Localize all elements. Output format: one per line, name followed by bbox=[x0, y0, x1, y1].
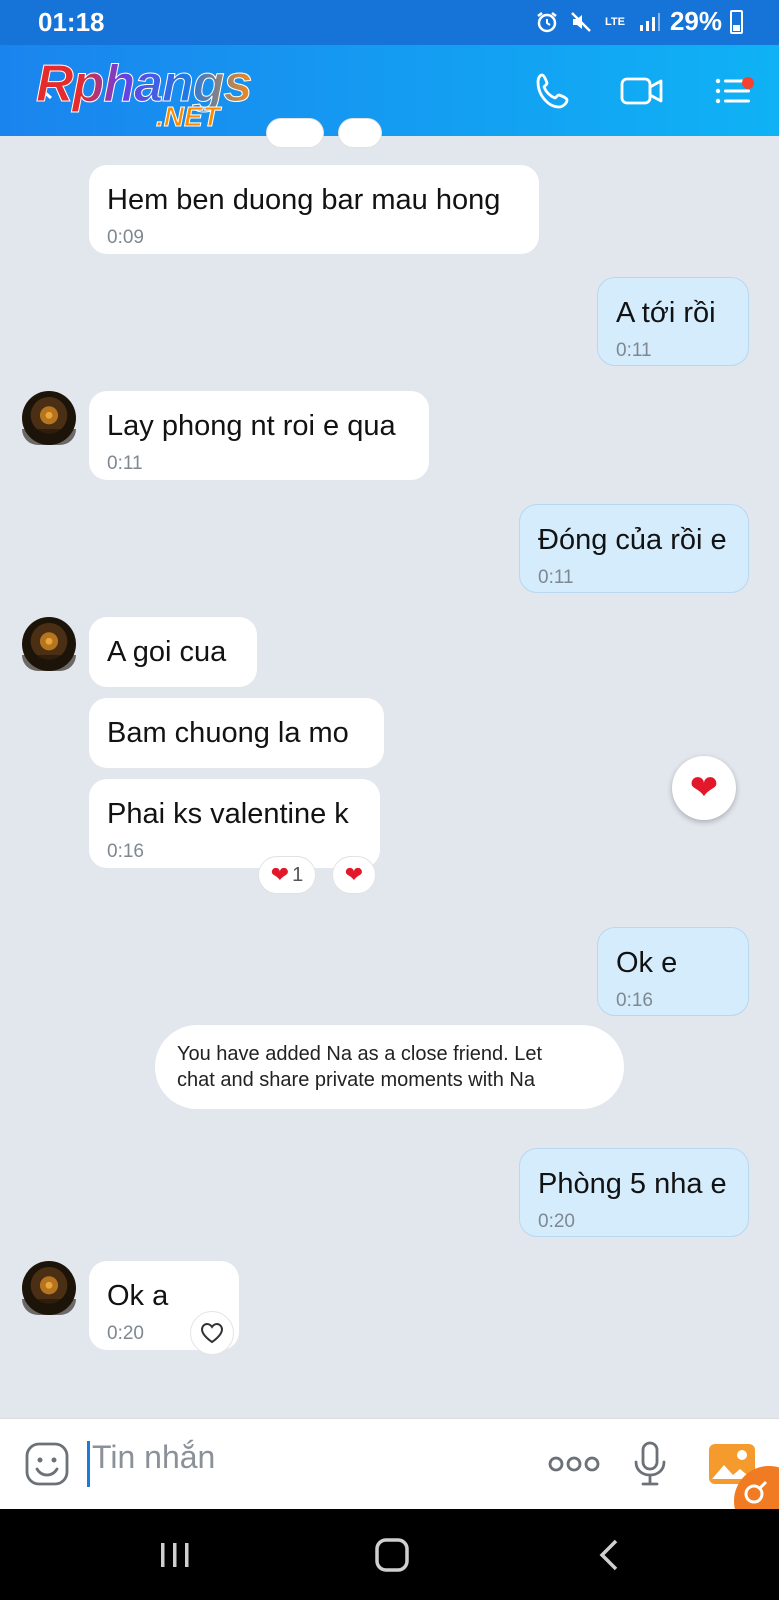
message-text: Phai ks valentine k bbox=[107, 798, 349, 830]
more-options-icon[interactable] bbox=[548, 1453, 600, 1475]
battery-percent: 29% bbox=[669, 6, 722, 36]
reaction-pill[interactable]: ❤ 1 bbox=[258, 856, 316, 894]
menu-icon bbox=[715, 78, 750, 104]
message-time: 0:09 bbox=[107, 227, 144, 248]
system-navigation-bar bbox=[0, 1509, 779, 1600]
message-time: 0:11 bbox=[616, 340, 652, 361]
incoming-message[interactable]: Lay phong nt roi e qua 0:11 bbox=[89, 391, 429, 480]
outgoing-message[interactable]: A tới rồi 0:11 bbox=[597, 277, 749, 366]
avatar[interactable] bbox=[22, 391, 76, 445]
link-icon bbox=[744, 1480, 768, 1504]
watermark-sub-text: .NET bbox=[156, 101, 221, 133]
status-icons: LTE 29% bbox=[534, 6, 743, 37]
mute-icon bbox=[568, 9, 594, 35]
message-text: A tới rồi bbox=[616, 297, 716, 329]
recent-apps-icon[interactable] bbox=[155, 1537, 195, 1573]
reaction-pill[interactable] bbox=[266, 118, 324, 148]
signal-icon bbox=[636, 9, 662, 35]
heart-icon: ❤ bbox=[270, 862, 290, 887]
quick-react-heart-button[interactable]: ❤ bbox=[672, 756, 736, 820]
message-input[interactable]: Tin nhắn bbox=[92, 1439, 215, 1476]
system-message-line: chat and share private moments with Na bbox=[177, 1069, 535, 1091]
call-icon[interactable] bbox=[532, 69, 576, 113]
incoming-message[interactable]: Hem ben duong bar mau hong 0:09 bbox=[89, 165, 539, 254]
system-message: You have added Na as a close friend. Let… bbox=[155, 1025, 624, 1109]
message-text: Bam chuong la mo bbox=[107, 717, 349, 749]
battery-icon bbox=[730, 9, 743, 34]
avatar[interactable] bbox=[22, 617, 76, 671]
reaction-count: 1 bbox=[292, 863, 304, 886]
chat-header: Rphangs .NET bbox=[0, 45, 779, 136]
outgoing-message[interactable]: Đóng của rồi e 0:11 bbox=[519, 504, 749, 593]
message-time: 0:16 bbox=[107, 841, 144, 862]
microphone-icon[interactable] bbox=[632, 1441, 668, 1487]
outgoing-message[interactable]: Ok e 0:16 bbox=[597, 927, 749, 1016]
back-icon[interactable] bbox=[592, 1537, 632, 1573]
alarm-icon bbox=[534, 9, 560, 35]
home-icon[interactable] bbox=[372, 1537, 412, 1573]
emoji-icon[interactable] bbox=[24, 1441, 70, 1487]
heart-icon: ❤ bbox=[689, 769, 719, 807]
incoming-message[interactable]: Bam chuong la mo bbox=[89, 698, 384, 768]
message-text: Hem ben duong bar mau hong bbox=[107, 184, 501, 216]
heart-outline-icon bbox=[200, 1322, 224, 1344]
video-call-icon[interactable] bbox=[620, 69, 664, 113]
message-time: 0:11 bbox=[538, 567, 574, 588]
incoming-message[interactable]: A goi cua bbox=[89, 617, 257, 687]
react-button[interactable] bbox=[190, 1311, 234, 1355]
message-time: 0:16 bbox=[616, 990, 653, 1011]
text-cursor bbox=[87, 1441, 90, 1487]
chat-area[interactable]: Hem ben duong bar mau hong 0:09 A tới rồ… bbox=[0, 118, 779, 1418]
message-text: Ok e bbox=[616, 947, 678, 979]
system-message-line: You have added Na as a close friend. Let bbox=[177, 1043, 543, 1065]
message-time: 0:20 bbox=[538, 1211, 575, 1232]
message-time: 0:11 bbox=[107, 453, 143, 474]
status-bar: 01:18 LTE 29% bbox=[0, 0, 779, 45]
menu-button[interactable] bbox=[712, 69, 756, 113]
status-time: 01:18 bbox=[38, 7, 105, 37]
avatar[interactable] bbox=[22, 1261, 76, 1315]
message-text: A goi cua bbox=[107, 636, 227, 668]
message-text: Đóng của rồi e bbox=[538, 524, 727, 556]
outgoing-message[interactable]: Phòng 5 nha e 0:20 bbox=[519, 1148, 749, 1237]
lte-icon: LTE bbox=[604, 15, 625, 28]
message-text: Ok a bbox=[107, 1280, 169, 1312]
watermark-logo: Rphangs .NET bbox=[35, 57, 252, 133]
message-text: Phòng 5 nha e bbox=[538, 1168, 727, 1200]
notification-dot bbox=[742, 77, 754, 89]
incoming-message[interactable]: Phai ks valentine k 0:16 bbox=[89, 779, 380, 868]
message-text: Lay phong nt roi e qua bbox=[107, 410, 396, 442]
heart-icon: ❤ bbox=[344, 862, 364, 887]
message-input-bar: Tin nhắn bbox=[0, 1418, 779, 1509]
reaction-button[interactable]: ❤ bbox=[332, 856, 376, 894]
reaction-pill[interactable] bbox=[338, 118, 382, 148]
